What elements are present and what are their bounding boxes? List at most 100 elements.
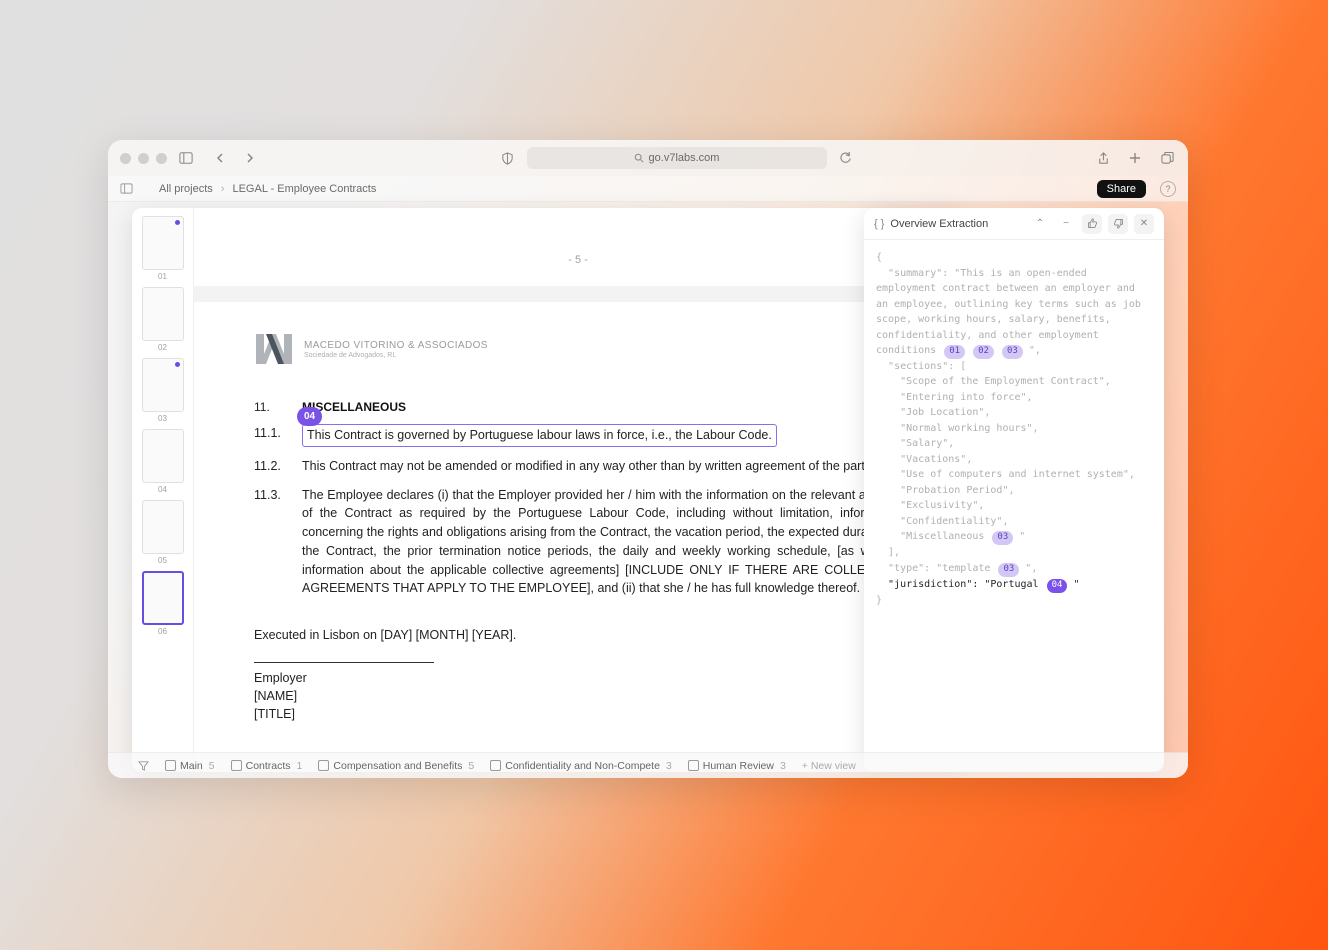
document-viewer-card: 01 02 03 04 05 bbox=[132, 208, 962, 772]
panel-left-icon[interactable] bbox=[120, 182, 133, 195]
document-scroll-view[interactable]: - 5 - MACEDO VITORINO & ASSOCIADOS Socie… bbox=[194, 208, 962, 772]
table-icon bbox=[490, 760, 501, 771]
share-button[interactable]: Share bbox=[1097, 180, 1146, 198]
json-line: "Job Location", bbox=[876, 405, 1152, 421]
sidebar-toggle-icon[interactable] bbox=[177, 149, 195, 167]
thumbnail-column: 01 02 03 04 05 bbox=[132, 208, 194, 772]
share-button-label: Share bbox=[1107, 183, 1136, 195]
company-subtitle: Sociedade de Advogados, RL bbox=[304, 352, 488, 359]
tab-label: Confidentiality and Non-Compete bbox=[505, 760, 660, 772]
thumbs-down-button[interactable] bbox=[1108, 214, 1128, 234]
page-thumb-2[interactable] bbox=[142, 287, 184, 341]
clause-text-content: This Contract is governed by Portuguese … bbox=[307, 428, 772, 442]
json-line: "Salary", bbox=[876, 436, 1152, 452]
url-bar[interactable]: go.v7labs.com bbox=[527, 147, 827, 169]
section-number: 11. bbox=[254, 400, 288, 414]
signature-role: Employer bbox=[254, 671, 902, 685]
company-name: MACEDO VITORINO & ASSOCIADOS bbox=[304, 340, 488, 352]
titlebar: go.v7labs.com bbox=[108, 140, 1188, 176]
page-thumb-4[interactable] bbox=[142, 429, 184, 483]
page-break bbox=[194, 286, 962, 302]
window-traffic-lights bbox=[120, 153, 167, 164]
page-thumb-6[interactable] bbox=[142, 571, 184, 625]
privacy-shield-icon[interactable] bbox=[499, 149, 517, 167]
thumb-label: 01 bbox=[142, 272, 183, 281]
page-thumb-3[interactable] bbox=[142, 358, 184, 412]
thumb-label: 05 bbox=[142, 556, 183, 565]
tab-overview-icon[interactable] bbox=[1158, 149, 1176, 167]
json-line: "Confidentiality", bbox=[876, 514, 1152, 530]
tab-contracts[interactable]: Contracts 1 bbox=[231, 760, 303, 772]
letterhead: MACEDO VITORINO & ASSOCIADOS Sociedade d… bbox=[254, 332, 902, 366]
tab-confidentiality[interactable]: Confidentiality and Non-Compete 3 bbox=[490, 760, 672, 772]
thumb-label: 06 bbox=[142, 627, 183, 636]
refresh-icon[interactable] bbox=[837, 149, 855, 167]
thumb-label: 04 bbox=[142, 485, 183, 494]
minimize-window-dot[interactable] bbox=[138, 153, 149, 164]
share-icon[interactable] bbox=[1094, 149, 1112, 167]
new-view-button[interactable]: + New view bbox=[802, 760, 856, 772]
citation-pill[interactable]: 01 bbox=[944, 345, 965, 359]
help-icon[interactable]: ? bbox=[1160, 181, 1176, 197]
panel-json-body[interactable]: { "summary": "This is an open-ended empl… bbox=[864, 240, 1164, 618]
json-line: "Entering into force", bbox=[876, 390, 1152, 406]
tab-count: 5 bbox=[468, 760, 474, 772]
filter-icon[interactable] bbox=[138, 760, 149, 771]
braces-icon: { } bbox=[874, 218, 884, 230]
url-text: go.v7labs.com bbox=[649, 152, 720, 164]
table-icon bbox=[165, 760, 176, 771]
browser-window: go.v7labs.com All projects › LEGAL - Emp… bbox=[108, 140, 1188, 778]
json-line: "summary": "This is an open-ended employ… bbox=[876, 266, 1152, 359]
page-thumb-1[interactable] bbox=[142, 216, 184, 270]
tab-label: Compensation and Benefits bbox=[333, 760, 462, 772]
new-tab-icon[interactable] bbox=[1126, 149, 1144, 167]
tab-main[interactable]: Main 5 bbox=[165, 760, 215, 772]
execution-line: Executed in Lisbon on [DAY] [MONTH] [YEA… bbox=[254, 628, 902, 642]
document-page: MACEDO VITORINO & ASSOCIADOS Sociedade d… bbox=[194, 302, 962, 765]
tab-count: 3 bbox=[780, 760, 786, 772]
search-icon bbox=[634, 153, 644, 163]
breadcrumb-bar: All projects › LEGAL - Employee Contract… bbox=[108, 176, 1188, 202]
nav-back-icon[interactable] bbox=[211, 149, 229, 167]
close-window-dot[interactable] bbox=[120, 153, 131, 164]
tab-label: Main bbox=[180, 760, 203, 772]
json-line: } bbox=[876, 593, 1152, 609]
panel-header: { } Overview Extraction ⌃ − ✕ bbox=[864, 208, 1164, 240]
signature-line bbox=[254, 662, 434, 663]
citation-pill-active[interactable]: 04 bbox=[1047, 579, 1068, 593]
citation-pill[interactable]: 03 bbox=[1002, 345, 1023, 359]
minimize-icon[interactable]: − bbox=[1056, 214, 1076, 234]
breadcrumb-separator: › bbox=[221, 183, 225, 195]
nav-forward-icon[interactable] bbox=[241, 149, 259, 167]
clause-text-highlighted[interactable]: 04 This Contract is governed by Portugue… bbox=[302, 424, 902, 447]
tab-label: Human Review bbox=[703, 760, 774, 772]
tab-count: 1 bbox=[297, 760, 303, 772]
collapse-up-icon[interactable]: ⌃ bbox=[1030, 214, 1050, 234]
json-line: ], bbox=[876, 545, 1152, 561]
tab-compensation[interactable]: Compensation and Benefits 5 bbox=[318, 760, 474, 772]
json-line: "Vacations", bbox=[876, 452, 1152, 468]
tab-human-review[interactable]: Human Review 3 bbox=[688, 760, 786, 772]
maximize-window-dot[interactable] bbox=[156, 153, 167, 164]
breadcrumb-current[interactable]: LEGAL - Employee Contracts bbox=[232, 183, 376, 195]
citation-pill[interactable]: 03 bbox=[992, 531, 1013, 545]
thumbs-up-button[interactable] bbox=[1082, 214, 1102, 234]
table-icon bbox=[688, 760, 699, 771]
json-line: "Probation Period", bbox=[876, 483, 1152, 499]
company-logo-icon bbox=[254, 332, 294, 366]
bottom-tab-bar: Main 5 Contracts 1 Compensation and Bene… bbox=[108, 752, 1188, 778]
citation-pill[interactable]: 03 bbox=[998, 563, 1019, 577]
tab-label: Contracts bbox=[246, 760, 291, 772]
panel-title: Overview Extraction bbox=[890, 218, 988, 230]
close-panel-button[interactable]: ✕ bbox=[1134, 214, 1154, 234]
signature-name: [NAME] bbox=[254, 689, 902, 703]
clause-text: The Employee declares (i) that the Emplo… bbox=[302, 486, 902, 599]
citation-pill[interactable]: 02 bbox=[973, 345, 994, 359]
tab-count: 3 bbox=[666, 760, 672, 772]
new-view-label: + New view bbox=[802, 760, 856, 772]
clause-text: This Contract may not be amended or modi… bbox=[302, 457, 902, 476]
highlight-pill: 04 bbox=[297, 407, 322, 426]
highlight-annotation[interactable]: 04 This Contract is governed by Portugue… bbox=[302, 424, 777, 447]
page-thumb-5[interactable] bbox=[142, 500, 184, 554]
breadcrumb-root[interactable]: All projects bbox=[159, 183, 213, 195]
